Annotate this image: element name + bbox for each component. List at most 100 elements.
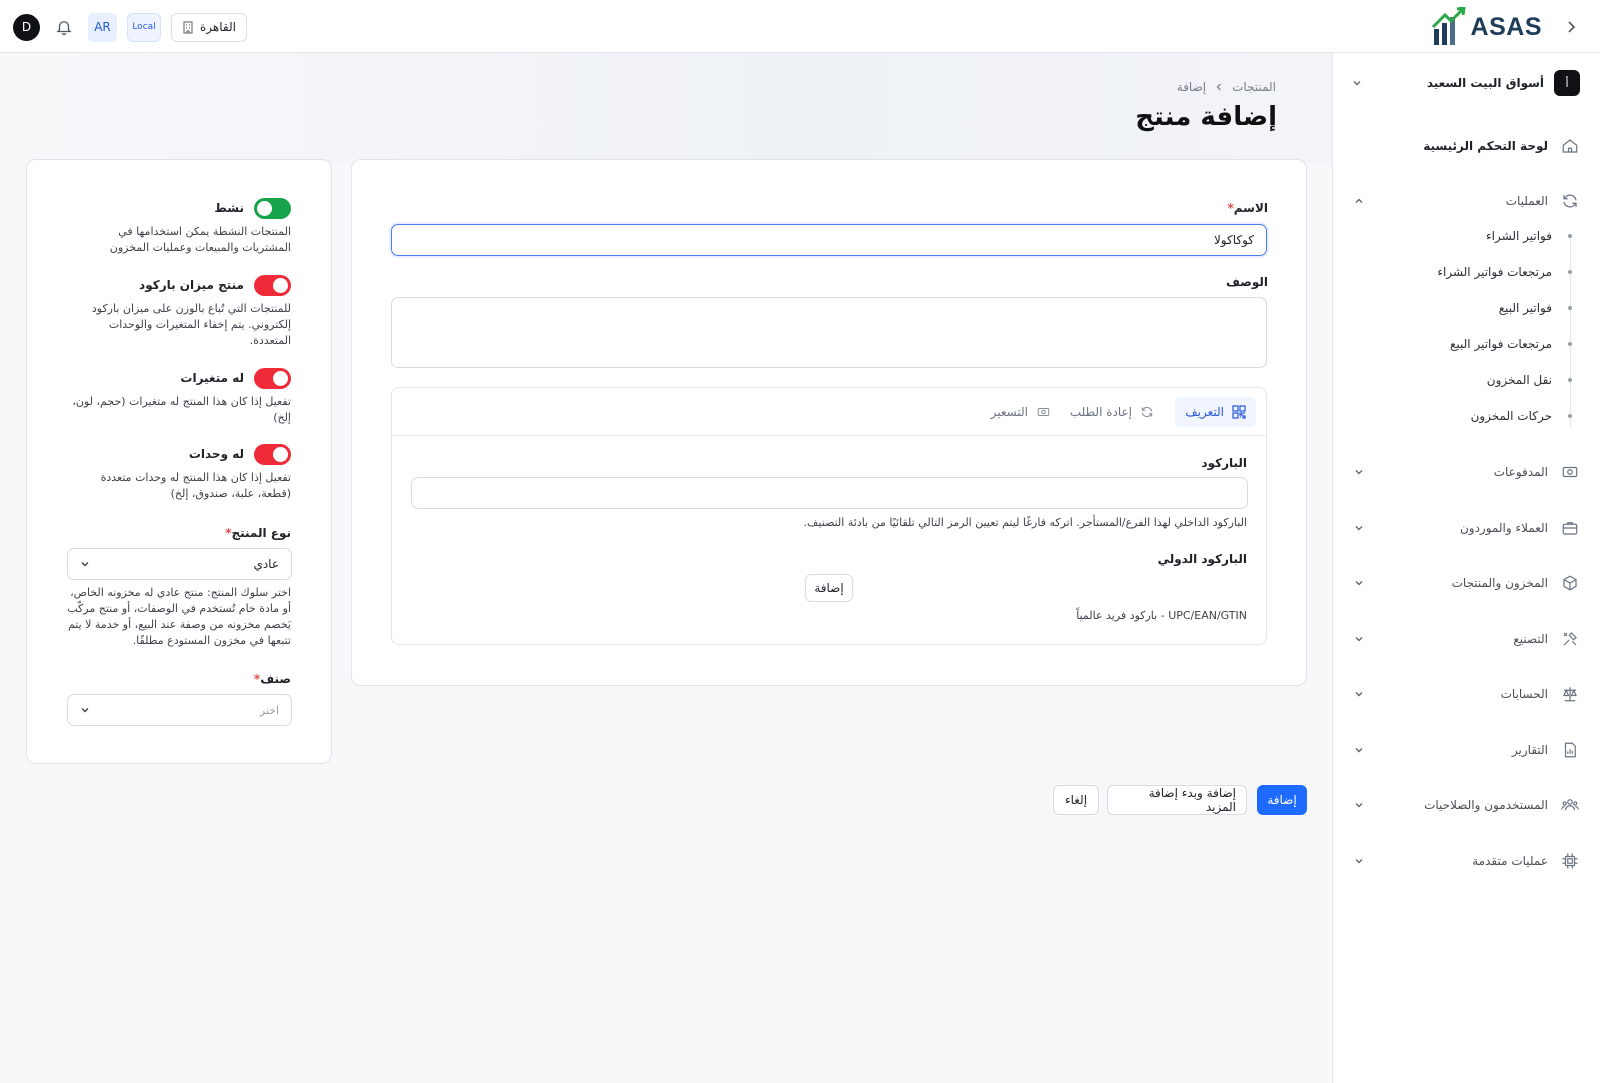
barcode-label: الباركود bbox=[1201, 456, 1247, 470]
product-type-select[interactable]: عادي bbox=[67, 548, 292, 580]
variants-toggle[interactable] bbox=[254, 367, 291, 389]
sidebar-item-operations[interactable]: العمليات bbox=[1352, 186, 1580, 216]
refresh-icon bbox=[1140, 405, 1154, 419]
product-form-card: الاسم* كوكاكولا الوصف التعريف إعادة الطل… bbox=[351, 159, 1307, 686]
chevron-down-icon bbox=[1350, 76, 1364, 90]
sidebar-item-payments[interactable]: المدفوعات bbox=[1352, 457, 1580, 487]
building-icon bbox=[182, 20, 194, 34]
active-help: المنتجات النشطة يمكن استخدامها في المشتر… bbox=[109, 225, 291, 254]
bullet bbox=[1568, 306, 1572, 310]
brand-logo-icon bbox=[1431, 7, 1467, 47]
intl-barcode-label: الباركود الدولي bbox=[1157, 552, 1247, 566]
user-avatar[interactable]: D bbox=[13, 13, 40, 41]
units-setting: له وحدات bbox=[189, 442, 291, 466]
home-icon bbox=[1560, 136, 1580, 156]
name-label: الاسم* bbox=[1227, 201, 1268, 215]
breadcrumb: المنتجات إضافة bbox=[1177, 80, 1276, 94]
chevron-down-icon bbox=[80, 705, 90, 715]
sidebar-subitem[interactable]: فواتير البيع bbox=[1372, 296, 1572, 320]
sidebar-subitem[interactable]: حركات المخزون bbox=[1372, 404, 1572, 428]
sidebar-item-label: العمليات bbox=[1505, 194, 1548, 208]
variants-help: تفعيل إذا كان هذا المنتج له متغيرات (حجم… bbox=[72, 395, 291, 424]
sidebar: أ أسواق البيت السعيد لوحة التحكم الرئيسي… bbox=[1332, 53, 1600, 1083]
chevron-right-icon[interactable] bbox=[1564, 20, 1578, 34]
sidebar-item-inventory[interactable]: المخزون والمنتجات bbox=[1352, 568, 1580, 598]
active-title: نشط bbox=[214, 201, 244, 215]
sidebar-item-reports[interactable]: التقارير bbox=[1352, 735, 1580, 765]
tools-icon bbox=[1560, 629, 1580, 649]
submit-button[interactable]: إضافة bbox=[1257, 785, 1307, 815]
sidebar-item-customers[interactable]: العملاء والموردون bbox=[1352, 513, 1580, 543]
bullet bbox=[1568, 270, 1572, 274]
variants-setting: له متغيرات bbox=[180, 366, 291, 390]
bullet bbox=[1568, 378, 1572, 382]
store-selector[interactable]: أ أسواق البيت السعيد bbox=[1350, 69, 1580, 97]
refresh-icon bbox=[1560, 191, 1580, 211]
barcode-help: الباركود الداخلي لهذا الفرع/المستأجر. ات… bbox=[803, 516, 1247, 529]
sidebar-item-manufacturing[interactable]: التصنيع bbox=[1352, 624, 1580, 654]
breadcrumb-current: إضافة bbox=[1176, 80, 1207, 94]
scale-icon bbox=[1560, 684, 1580, 704]
add-intl-barcode-button[interactable]: إضافة bbox=[805, 574, 853, 602]
chevron-up-icon bbox=[1352, 194, 1366, 208]
name-value: كوكاكولا bbox=[1213, 233, 1254, 247]
units-title: له وحدات bbox=[188, 447, 244, 461]
variants-title: له متغيرات bbox=[180, 371, 244, 385]
category-select[interactable]: اختر bbox=[67, 694, 292, 726]
header-backdrop bbox=[0, 53, 1332, 163]
chevron-down-icon bbox=[1352, 854, 1366, 868]
bullet bbox=[1568, 414, 1572, 418]
sidebar-item-accounts[interactable]: الحسابات bbox=[1352, 679, 1580, 709]
sidebar-item-advanced[interactable]: عمليات متقدمة bbox=[1352, 846, 1580, 876]
submit-and-add-more-button[interactable]: إضافة وبدء إضافة المزيد bbox=[1107, 785, 1247, 815]
sidebar-subitem[interactable]: مرتجعات فواتير البيع bbox=[1372, 332, 1572, 356]
bell-icon[interactable] bbox=[53, 16, 75, 38]
page-title: إضافة منتج bbox=[1135, 102, 1277, 132]
sidebar-subitem[interactable]: مرتجعات فواتير الشراء bbox=[1372, 260, 1572, 284]
name-input[interactable]: كوكاكولا bbox=[391, 224, 1267, 256]
qr-icon bbox=[1232, 405, 1246, 419]
sidebar-item-users[interactable]: المستخدمون والصلاحيات bbox=[1352, 790, 1580, 820]
sidebar-item-label: المستخدمون والصلاحيات bbox=[1424, 798, 1548, 812]
active-toggle[interactable] bbox=[254, 197, 291, 219]
product-type-label: نوع المنتج* bbox=[225, 526, 291, 540]
chevron-down-icon bbox=[1352, 687, 1366, 701]
units-toggle[interactable] bbox=[254, 443, 291, 465]
sidebar-item-label: العملاء والموردون bbox=[1459, 521, 1548, 535]
product-type-value: عادي bbox=[253, 557, 279, 571]
store-icon: أ bbox=[1554, 70, 1580, 96]
product-details-tabs: التعريف إعادة الطلب التسعير الباركود الب… bbox=[391, 387, 1267, 645]
scale-setting: منتج ميزان باركود bbox=[139, 273, 291, 297]
chevron-down-icon bbox=[1352, 743, 1366, 757]
sidebar-subitem[interactable]: فواتير الشراء bbox=[1372, 224, 1572, 248]
intl-barcode-help: UPC/EAN/GTIN - باركود فريد عالمياً bbox=[1076, 609, 1247, 622]
chevron-down-icon bbox=[80, 559, 90, 569]
tab-pricing[interactable]: التسعير bbox=[981, 397, 1061, 427]
chevron-down-icon bbox=[1352, 521, 1366, 535]
cancel-button[interactable]: إلغاء bbox=[1053, 785, 1099, 815]
scale-help: للمنتجات التي تُباع بالوزن على ميزان بار… bbox=[91, 302, 291, 347]
sidebar-item-label: لوحة التحكم الرئيسية bbox=[1423, 139, 1548, 153]
category-placeholder: اختر bbox=[259, 703, 279, 717]
tab-reorder[interactable]: إعادة الطلب bbox=[1060, 397, 1164, 427]
bullet bbox=[1568, 234, 1572, 238]
sidebar-subitem[interactable]: نقل المخزون bbox=[1372, 368, 1572, 392]
scale-toggle[interactable] bbox=[254, 274, 291, 296]
brand-name: ASAS bbox=[1470, 12, 1542, 41]
chevron-down-icon bbox=[1352, 465, 1366, 479]
branch-selector[interactable]: القاهرة bbox=[171, 12, 247, 42]
active-setting: نشط bbox=[214, 196, 291, 220]
language-button[interactable]: AR bbox=[88, 12, 117, 42]
description-textarea[interactable] bbox=[391, 297, 1267, 368]
store-name: أسواق البيت السعيد bbox=[1426, 76, 1544, 90]
top-bar: D AR Local القاهرة ASAS bbox=[0, 0, 1600, 53]
chevron-down-icon bbox=[1352, 798, 1366, 812]
sidebar-item-dashboard[interactable]: لوحة التحكم الرئيسية bbox=[1352, 131, 1580, 161]
tab-identification[interactable]: التعريف bbox=[1175, 397, 1256, 427]
local-button[interactable]: Local bbox=[127, 12, 161, 42]
sidebar-item-label: التقارير bbox=[1511, 743, 1548, 757]
sidebar-item-label: المدفوعات bbox=[1493, 465, 1548, 479]
barcode-input[interactable] bbox=[411, 477, 1248, 509]
bullet bbox=[1568, 342, 1572, 346]
breadcrumb-parent[interactable]: المنتجات bbox=[1232, 80, 1276, 94]
